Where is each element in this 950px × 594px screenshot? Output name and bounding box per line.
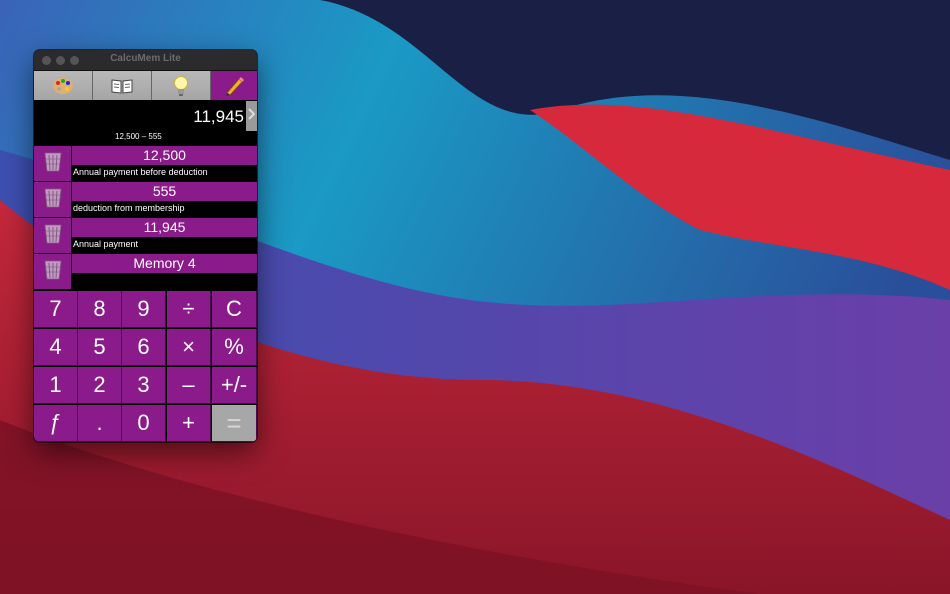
calculator-display: 11,945 12,500 – 555: [34, 101, 257, 145]
memory-3-label[interactable]: Annual payment: [73, 238, 138, 250]
memory-4-value[interactable]: Memory 4: [72, 254, 257, 273]
display-arrow-button[interactable]: [246, 101, 257, 131]
key-multiply[interactable]: ×: [167, 329, 211, 366]
chevron-right-icon: [248, 107, 256, 125]
lightbulb-button[interactable]: [152, 71, 211, 100]
key-3[interactable]: 3: [122, 367, 166, 404]
memory-2-label[interactable]: deduction from membership: [73, 202, 185, 214]
key-function[interactable]: ƒ: [34, 405, 78, 442]
display-expression: 12,500 – 555: [115, 132, 162, 141]
key-clear[interactable]: C: [212, 291, 257, 328]
palette-icon: [52, 77, 74, 95]
key-divide[interactable]: ÷: [167, 291, 211, 328]
delete-memory-4-button[interactable]: [34, 254, 72, 289]
key-2[interactable]: 2: [78, 367, 122, 404]
key-subtract[interactable]: –: [167, 367, 211, 404]
key-8[interactable]: 8: [78, 291, 122, 328]
book-button[interactable]: [93, 71, 152, 100]
key-1[interactable]: 1: [34, 367, 78, 404]
key-0[interactable]: 0: [122, 405, 166, 442]
trash-icon: [42, 222, 64, 249]
key-4[interactable]: 4: [34, 329, 78, 366]
memory-row-2: 555 deduction from membership: [34, 182, 257, 218]
calculator-window: CalcuMem Lite 11,945 12,500 – 555 12,500…: [34, 50, 257, 442]
window-title: CalcuMem Lite: [110, 53, 181, 64]
palette-button[interactable]: [34, 71, 93, 100]
memory-row-3: 11,945 Annual payment: [34, 218, 257, 254]
memory-1-value[interactable]: 12,500: [72, 146, 257, 165]
key-plus-minus[interactable]: +/-: [212, 367, 257, 404]
key-percent[interactable]: %: [212, 329, 257, 366]
keypad: 7 8 9 ÷ C 4 5 6 × % 1 2 3 – +/- ƒ . 0 + …: [34, 291, 257, 442]
key-5[interactable]: 5: [78, 329, 122, 366]
key-7[interactable]: 7: [34, 291, 78, 328]
key-6[interactable]: 6: [122, 329, 166, 366]
key-add[interactable]: +: [167, 405, 211, 442]
memory-row-1: 12,500 Annual payment before deduction: [34, 146, 257, 182]
memory-2-value[interactable]: 555: [72, 182, 257, 201]
delete-memory-2-button[interactable]: [34, 182, 72, 217]
display-value: 11,945: [193, 107, 244, 126]
toolbar: [34, 71, 257, 101]
book-icon: [111, 78, 133, 94]
trash-icon: [42, 258, 64, 285]
key-decimal[interactable]: .: [78, 405, 122, 442]
title-bar[interactable]: CalcuMem Lite: [34, 50, 257, 71]
trash-icon: [42, 150, 64, 177]
memory-3-value[interactable]: 11,945: [72, 218, 257, 237]
lightbulb-icon: [173, 75, 189, 97]
memory-1-label[interactable]: Annual payment before deduction: [73, 166, 208, 178]
key-9[interactable]: 9: [122, 291, 166, 328]
key-equals[interactable]: =: [212, 405, 257, 442]
pencil-button[interactable]: [211, 71, 257, 100]
memory-row-4: Memory 4: [34, 254, 257, 290]
pencil-icon: [223, 75, 245, 97]
delete-memory-1-button[interactable]: [34, 146, 72, 181]
delete-memory-3-button[interactable]: [34, 218, 72, 253]
trash-icon: [42, 186, 64, 213]
